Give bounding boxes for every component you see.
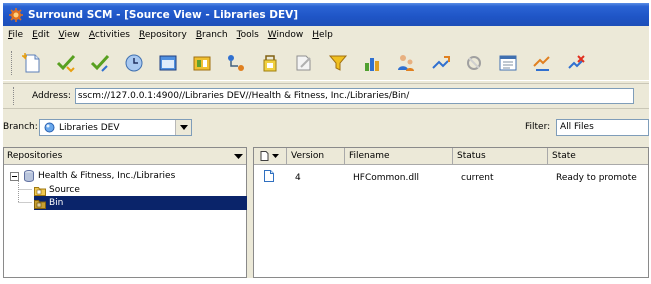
tree-item-label: Bin: [49, 198, 64, 208]
label-icon[interactable]: [258, 51, 282, 75]
database-icon: [24, 170, 34, 182]
column-icon-header[interactable]: [254, 148, 287, 165]
promote-icon[interactable]: [428, 51, 452, 75]
repositories-panel: Repositories Health & Fitness, Inc./Libr…: [3, 147, 247, 278]
users-icon[interactable]: [394, 51, 418, 75]
branch-row: Branch: Libraries DEV Filter: All Files: [3, 117, 649, 139]
column-version-header[interactable]: Version: [287, 148, 345, 165]
remove-icon[interactable]: [564, 51, 588, 75]
properties-icon[interactable]: [496, 51, 520, 75]
folder-icon: [34, 185, 46, 196]
column-status-header[interactable]: Status: [453, 148, 548, 165]
address-grip[interactable]: [13, 87, 16, 105]
window-title: Surround SCM - [Source View - Libraries …: [28, 8, 299, 21]
menu-repository[interactable]: Repository: [139, 30, 187, 40]
duplicate-icon[interactable]: [530, 51, 554, 75]
file-state: Ready to promote: [556, 173, 637, 183]
branch-value: Libraries DEV: [59, 122, 120, 133]
screenshot-frame: Surround SCM - [Source View - Libraries …: [0, 0, 651, 284]
menu-window[interactable]: Window: [268, 30, 304, 40]
tree-item-label: Source: [49, 185, 80, 195]
toolbar-grip[interactable]: [11, 50, 14, 75]
edit-icon[interactable]: [292, 51, 316, 75]
menu-edit[interactable]: Edit: [32, 30, 49, 40]
file-version: 4: [295, 173, 301, 183]
file-type-menu-icon[interactable]: [260, 151, 280, 161]
workflow-icon[interactable]: [224, 51, 248, 75]
view-icon[interactable]: [156, 51, 180, 75]
column-filename-header[interactable]: Filename: [345, 148, 453, 165]
repositories-header[interactable]: Repositories: [4, 148, 246, 165]
address-label: Address:: [32, 91, 71, 101]
file-status: current: [461, 173, 494, 183]
menu-view[interactable]: View: [59, 30, 80, 40]
check-out-icon[interactable]: [88, 51, 112, 75]
tree-item-bin[interactable]: Bin: [34, 196, 247, 210]
collapse-icon[interactable]: [10, 171, 19, 181]
tree-item-source[interactable]: Source: [34, 183, 80, 197]
rebase-icon[interactable]: [462, 51, 486, 75]
column-state-header[interactable]: State: [548, 148, 649, 165]
surround-logo-icon: [9, 7, 23, 22]
add-files-icon[interactable]: [20, 51, 44, 75]
table-row[interactable]: 4 HFCommon.dll current Ready to promote: [254, 170, 649, 185]
address-input[interactable]: sscm://127.0.0.1:4900//Libraries DEV//He…: [74, 88, 634, 104]
bottom-margin: [0, 278, 651, 284]
menu-tools[interactable]: Tools: [237, 30, 259, 40]
chevron-down-icon[interactable]: [175, 120, 191, 135]
menu-bar: File Edit View Activities Repository Bra…: [3, 26, 649, 44]
menu-branch[interactable]: Branch: [196, 30, 228, 40]
menu-file[interactable]: File: [8, 30, 23, 40]
menu-help[interactable]: Help: [312, 30, 333, 40]
check-in-icon[interactable]: [54, 51, 78, 75]
filter-icon[interactable]: [326, 51, 350, 75]
repositories-title: Repositories: [7, 151, 63, 161]
tree-root-row[interactable]: Health & Fitness, Inc./Libraries: [10, 169, 175, 183]
reports-icon[interactable]: [360, 51, 384, 75]
app-window: Surround SCM - [Source View - Libraries …: [3, 3, 649, 278]
address-bar: Address: sscm://127.0.0.1:4900//Librarie…: [3, 83, 649, 109]
filter-label: Filter:: [525, 122, 551, 132]
title-bar[interactable]: Surround SCM - [Source View - Libraries …: [3, 3, 649, 26]
chevron-down-icon[interactable]: [234, 152, 243, 162]
branch-icon: [44, 122, 55, 133]
branch-select[interactable]: Libraries DEV: [39, 119, 192, 136]
menu-activities[interactable]: Activities: [89, 30, 130, 40]
toolbar: [3, 45, 649, 81]
branch-label: Branch:: [3, 122, 38, 132]
compare-icon[interactable]: [190, 51, 214, 75]
tree-root-label: Health & Fitness, Inc./Libraries: [38, 171, 176, 181]
file-list-header: Version Filename Status State: [254, 148, 648, 165]
folder-icon: [34, 198, 46, 209]
file-list-panel: Version Filename Status State 4 HFCommon…: [253, 147, 649, 278]
file-icon: [260, 170, 274, 184]
history-icon[interactable]: [122, 51, 146, 75]
file-name: HFCommon.dll: [353, 173, 420, 183]
filter-select[interactable]: All Files: [556, 119, 649, 136]
